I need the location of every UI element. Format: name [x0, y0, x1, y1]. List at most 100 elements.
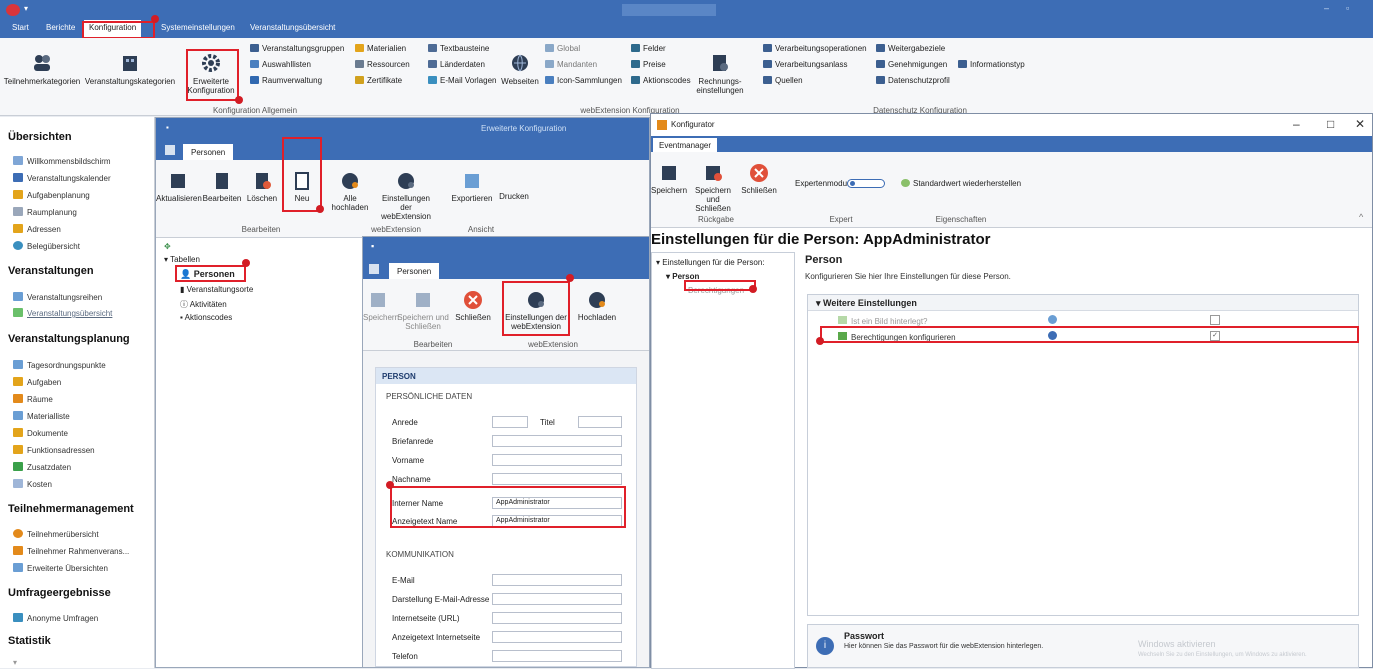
textbausteine-item[interactable]: Textbausteine [428, 44, 489, 53]
webseiten-button[interactable]: Webseiten [500, 52, 540, 86]
tree-node-tabellen[interactable]: ▾ Tabellen [164, 255, 200, 264]
bearbeiten-button[interactable]: Bearbeiten [202, 170, 242, 203]
aktualisieren-button[interactable]: Aktualisieren [156, 170, 202, 203]
alle-hochladen-button[interactable]: Alle hochladen [326, 170, 374, 212]
close-icon[interactable]: ✕ [1355, 117, 1365, 131]
verarbeitungsanlass-item[interactable]: Verarbeitungsanlass [763, 60, 848, 69]
maximize-icon[interactable]: □ [1327, 117, 1334, 131]
nav-item[interactable]: Materialliste [13, 411, 70, 421]
telefon-input[interactable] [492, 650, 622, 662]
materialien-item[interactable]: Materialien [355, 44, 406, 53]
vorname-input[interactable] [492, 454, 622, 466]
nav-item[interactable]: Räume [13, 394, 53, 404]
tab-berichte[interactable]: Berichte [46, 23, 75, 32]
informationstyp-item[interactable]: Informationstyp [958, 60, 1025, 69]
nav-item[interactable]: Veranstaltungskalender [13, 173, 111, 183]
rechnungseinstellungen-button[interactable]: Rechnungs-einstellungen [690, 52, 750, 95]
doc-menu-icon[interactable] [369, 264, 379, 274]
raumverwaltung-item[interactable]: Raumverwaltung [250, 76, 322, 85]
preise-item[interactable]: Preise [631, 60, 666, 69]
veranstaltungskategorien-button[interactable]: Veranstaltungskategorien [82, 52, 178, 86]
nav-item[interactable]: Kosten [13, 479, 52, 489]
briefanrede-input[interactable] [492, 435, 622, 447]
window-menu-icon[interactable]: ▪ [166, 123, 169, 132]
tab-start[interactable]: Start [12, 23, 29, 32]
internetseite-input[interactable] [492, 612, 622, 624]
minimize-icon[interactable]: – [1293, 117, 1300, 131]
nav-item[interactable]: Funktionsadressen [13, 445, 95, 455]
quellen-item[interactable]: Quellen [763, 76, 803, 85]
nav-item[interactable]: Veranstaltungsübersicht [13, 308, 112, 318]
hochladen-button[interactable]: Hochladen [575, 289, 619, 322]
nav-item[interactable]: Teilnehmerübersicht [13, 529, 99, 539]
teilnehmerkategorien-button[interactable]: Teilnehmerkategorien [2, 52, 82, 86]
nav-item[interactable]: Tagesordnungspunkte [13, 360, 106, 370]
nav-item[interactable]: Aufgabenplanung [13, 190, 90, 200]
mandanten-item[interactable]: Mandanten [545, 60, 597, 69]
nav-item[interactable]: Willkommensbildschirm [13, 156, 111, 166]
felder-item[interactable]: Felder [631, 44, 666, 53]
tab-systemeinstellungen[interactable]: Systemeinstellungen [161, 23, 235, 32]
anrede-input[interactable] [492, 416, 528, 428]
collapse-ribbon-icon[interactable]: ^ [1359, 212, 1363, 222]
tab-personen[interactable]: Personen [389, 263, 440, 279]
nav-item[interactable]: Belegübersicht [13, 241, 80, 251]
genehmigungen-item[interactable]: Genehmigungen [876, 60, 947, 69]
nav-item[interactable]: Raumplanung [13, 207, 77, 217]
loeschen-button[interactable]: Löschen [244, 170, 280, 203]
quick-access-chevron-icon[interactable]: ▾ [24, 4, 28, 13]
titel-input[interactable] [578, 416, 622, 428]
nachname-input[interactable] [492, 473, 622, 485]
restore-icon[interactable]: ▫ [1346, 3, 1349, 13]
doc-menu-icon[interactable] [165, 145, 175, 155]
nav-item[interactable]: Anonyme Umfragen [13, 613, 98, 623]
window-menu-icon[interactable]: ▪ [371, 241, 374, 251]
minimize-icon[interactable]: – [1324, 3, 1329, 13]
darstellung-email-input[interactable] [492, 593, 622, 605]
info-icon[interactable] [1048, 315, 1057, 324]
tree-node-einstellungen[interactable]: ▾ Einstellungen für die Person: [656, 258, 765, 267]
global-item[interactable]: Global [545, 44, 580, 53]
schliessen-button[interactable]: Schließen [741, 162, 777, 195]
nav-item[interactable]: Veranstaltungsreihen [13, 292, 102, 302]
email-input[interactable] [492, 574, 622, 586]
email-vorlagen-item[interactable]: E-Mail Vorlagen [428, 76, 496, 85]
auswahllisten-item[interactable]: Auswahllisten [250, 60, 311, 69]
schliessen-button[interactable]: Schließen [455, 289, 491, 322]
tree-node-aktionscodes[interactable]: ▪ Aktionscodes [180, 313, 232, 322]
icon-sammlungen-item[interactable]: Icon-Sammlungen [545, 76, 622, 85]
datenschutzprofil-item[interactable]: Datenschutzprofil [876, 76, 950, 85]
tab-veranstaltungsuebersicht[interactable]: Veranstaltungsübersicht [250, 23, 335, 32]
bild-checkbox[interactable] [1210, 315, 1220, 325]
standardwert-wiederherstellen-button[interactable]: Standardwert wiederherstellen [901, 179, 1021, 188]
nav-item[interactable]: Erweiterte Übersichten [13, 563, 108, 573]
more-chevron-icon[interactable]: ▾ [13, 658, 17, 667]
exportieren-button[interactable]: Exportieren [450, 170, 494, 203]
nav-item[interactable]: Aufgaben [13, 377, 61, 387]
einstellungen-webextension-button[interactable]: Einstellungen der webExtension [378, 170, 434, 221]
laenderdaten-item[interactable]: Länderdaten [428, 60, 485, 69]
nav-item[interactable]: Adressen [13, 224, 61, 234]
aktionscodes-item[interactable]: Aktionscodes [631, 76, 691, 85]
anzeigetext-internetseite-input[interactable] [492, 631, 622, 643]
tree-toolbar-icon[interactable]: ✥ [164, 242, 171, 251]
tab-personen[interactable]: Personen [183, 144, 234, 160]
speichern-button[interactable]: Speichern [363, 289, 399, 322]
speichern-schliessen-button[interactable]: Speichern und Schließen [397, 289, 449, 331]
nav-item[interactable]: Teilnehmer Rahmenverans... [13, 546, 129, 556]
nav-item[interactable]: Dokumente [13, 428, 68, 438]
ressourcen-item[interactable]: Ressourcen [355, 60, 410, 69]
speichern-schliessen-button[interactable]: Speichern und Schließen [689, 162, 737, 213]
weitergabeziele-item[interactable]: Weitergabeziele [876, 44, 945, 53]
zertifikate-item[interactable]: Zertifikate [355, 76, 402, 85]
veranstaltungsgruppen-item[interactable]: Veranstaltungsgruppen [250, 44, 344, 53]
tree-node-veranstaltungsorte[interactable]: ▮ Veranstaltungsorte [180, 285, 253, 294]
section-header-weitere-einstellungen[interactable]: ▾ Weitere Einstellungen [808, 295, 1358, 311]
speichern-button[interactable]: Speichern [651, 162, 687, 195]
tab-eventmanager[interactable]: Eventmanager [653, 138, 718, 152]
nav-item[interactable]: Zusatzdaten [13, 462, 71, 472]
drucken-button[interactable]: Drucken [496, 192, 532, 201]
verarbeitungsoperationen-item[interactable]: Verarbeitungsoperationen [763, 44, 867, 53]
tree-node-aktivitaeten[interactable]: ⓘ Aktivitäten [180, 299, 227, 310]
expertenmodus-toggle[interactable] [847, 179, 885, 188]
